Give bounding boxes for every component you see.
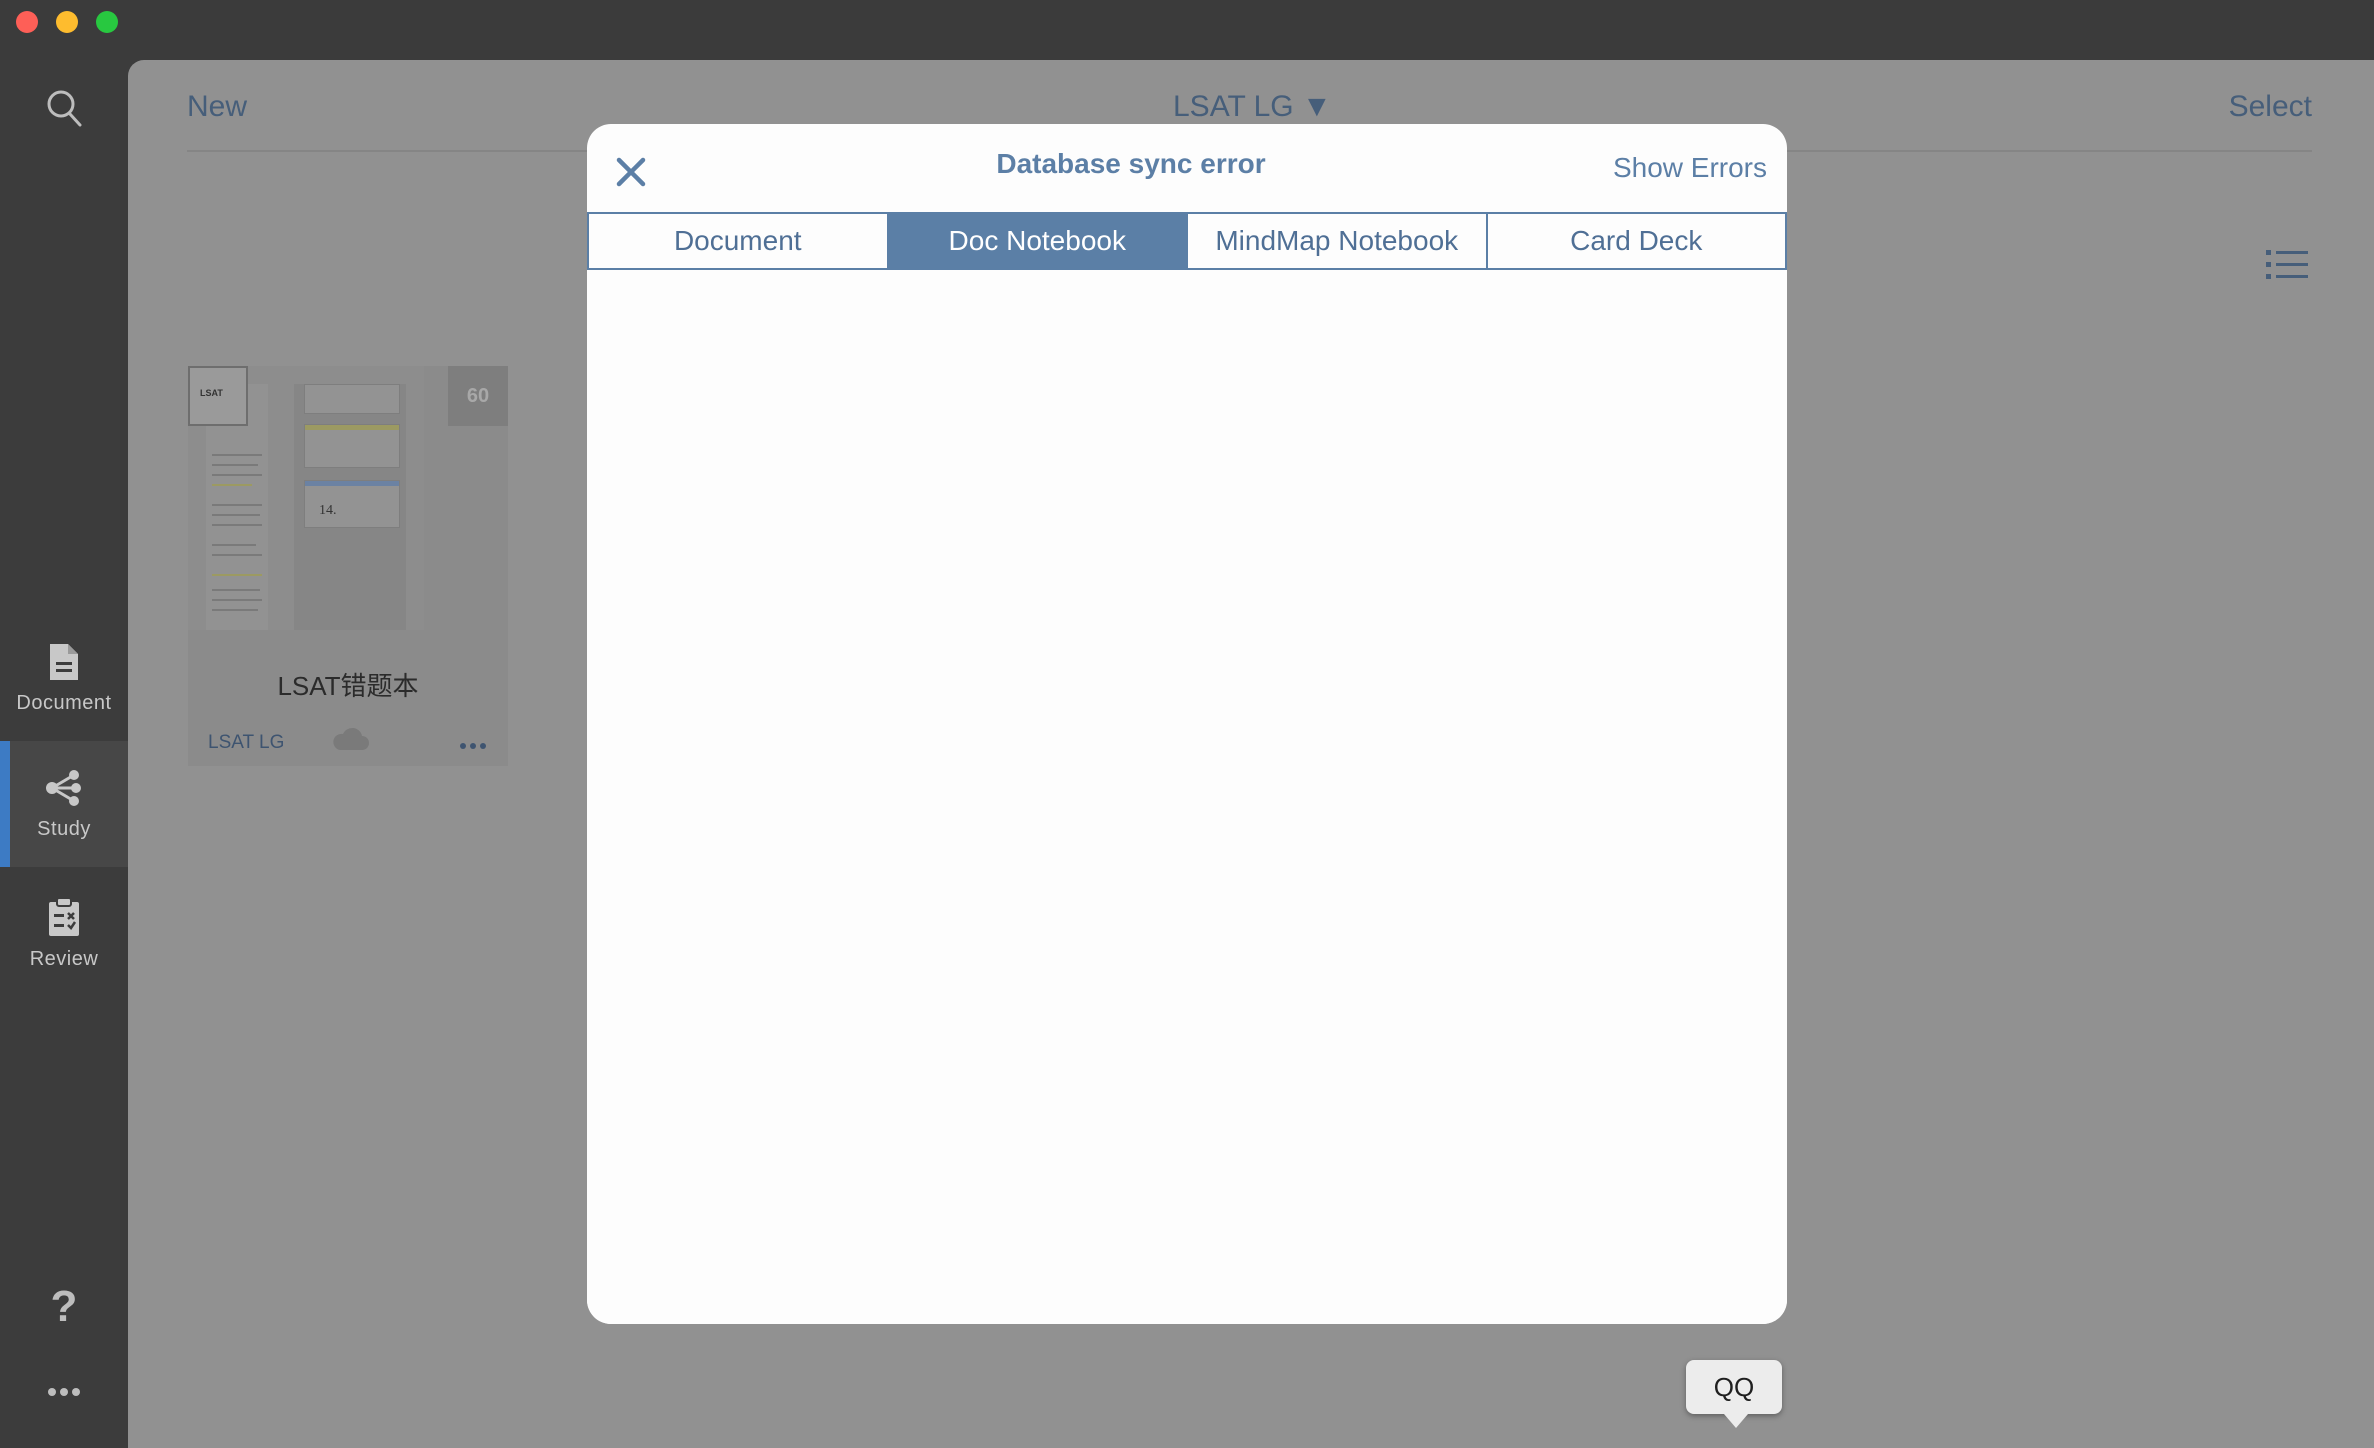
show-errors-button[interactable]: Show Errors: [1613, 152, 1767, 184]
close-window-button[interactable]: [16, 11, 38, 33]
window-titlebar: [0, 0, 2374, 60]
sidebar-item-label: Study: [37, 817, 91, 840]
notebook-card[interactable]: LSAT 14. 60 LSAT错题本 LSAT LG: [188, 366, 508, 766]
page-count-badge: 60: [448, 366, 508, 426]
notebook-thumbnail: LSAT 14.: [188, 366, 424, 630]
segmented-tabs: Document Doc Notebook MindMap Notebook C…: [587, 212, 1787, 270]
thumbnail-number: 14.: [319, 503, 337, 518]
error-list: [587, 270, 1787, 1324]
select-button[interactable]: Select: [2229, 90, 2312, 124]
cloud-icon: [330, 726, 370, 752]
sidebar-item-document[interactable]: Document: [0, 615, 128, 741]
help-icon[interactable]: ?: [44, 1282, 84, 1332]
list-view-icon[interactable]: [2266, 248, 2308, 282]
review-clipboard-icon: [49, 896, 79, 936]
dialog-title: Database sync error: [996, 148, 1266, 179]
more-options-icon[interactable]: [44, 1382, 84, 1402]
sidebar-item-label: Review: [29, 947, 99, 970]
notebook-cover: LSAT: [188, 366, 248, 426]
notebook-title: LSAT错题本: [277, 671, 419, 701]
tooltip: QQ: [1686, 1360, 1782, 1428]
zoom-window-button[interactable]: [96, 11, 118, 33]
document-icon: [50, 643, 78, 680]
notebook-selector[interactable]: LSAT LG ▼: [1173, 90, 1332, 124]
sidebar-item-label: Document: [16, 691, 112, 714]
tab-document[interactable]: Document: [589, 214, 889, 268]
new-button[interactable]: New: [187, 90, 247, 124]
minimize-window-button[interactable]: [56, 11, 78, 33]
sidebar: Document Study Review ?: [0, 60, 128, 1448]
sidebar-item-study[interactable]: Study: [0, 741, 128, 867]
sidebar-item-review[interactable]: Review: [0, 870, 128, 996]
tab-mindmap-notebook[interactable]: MindMap Notebook: [1188, 214, 1488, 268]
card-more-icon[interactable]: [458, 738, 488, 749]
notebook-tag: LSAT LG: [208, 732, 285, 753]
sync-error-dialog: Database sync error Show Errors Document…: [587, 124, 1787, 1324]
search-icon[interactable]: [44, 86, 84, 130]
tab-card-deck[interactable]: Card Deck: [1487, 214, 1785, 268]
tab-doc-notebook[interactable]: Doc Notebook: [888, 214, 1188, 268]
study-share-icon: [46, 769, 81, 806]
